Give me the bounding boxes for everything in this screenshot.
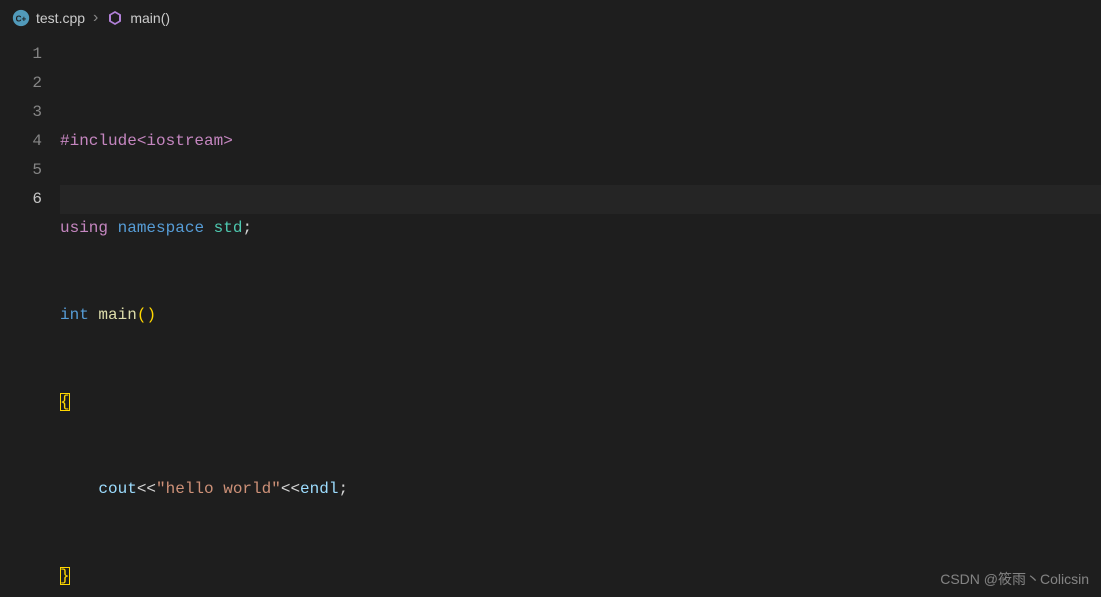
active-line-highlight	[60, 185, 1101, 214]
breadcrumb-symbol[interactable]: main()	[130, 10, 170, 26]
line-number: 6	[0, 185, 42, 214]
code-line[interactable]: using namespace std;	[60, 214, 1101, 243]
line-number: 1	[0, 40, 42, 69]
tok-semicolon: ;	[338, 480, 348, 498]
line-number: 2	[0, 69, 42, 98]
tok-namespace: std	[214, 219, 243, 237]
cpp-file-icon: C+	[12, 9, 30, 27]
code-line[interactable]: {	[60, 388, 1101, 417]
code-editor[interactable]: 1 2 3 4 5 6 #include<iostream> using nam…	[0, 36, 1101, 597]
code-area[interactable]: #include<iostream> using namespace std; …	[60, 36, 1101, 597]
tok-identifier: cout	[98, 480, 136, 498]
line-number: 5	[0, 156, 42, 185]
watermark-text: CSDN @筱雨丶Colicsin	[940, 569, 1089, 589]
breadcrumb-file[interactable]: test.cpp	[36, 10, 85, 26]
tok-keyword: using	[60, 219, 108, 237]
tok-brace: }	[60, 567, 70, 585]
tok-type: int	[60, 306, 89, 324]
tok-string: "hello world"	[156, 480, 281, 498]
tok-keyword: namespace	[118, 219, 204, 237]
tok-angle: >	[223, 132, 233, 150]
tok-semicolon: ;	[242, 219, 252, 237]
breadcrumb[interactable]: C+ test.cpp › main()	[0, 0, 1101, 36]
tok-paren: (	[137, 306, 147, 324]
tok-operator: <<	[281, 480, 300, 498]
code-line[interactable]: int main()	[60, 301, 1101, 330]
code-line[interactable]: cout<<"hello world"<<endl;	[60, 475, 1101, 504]
tok-paren: )	[146, 306, 156, 324]
line-number: 4	[0, 127, 42, 156]
chevron-right-icon: ›	[91, 9, 100, 27]
tok-indent	[60, 480, 98, 498]
tok-angle: <	[137, 132, 147, 150]
symbol-method-icon	[106, 9, 124, 27]
line-number-gutter: 1 2 3 4 5 6	[0, 36, 60, 597]
line-number: 3	[0, 98, 42, 127]
tok-header: iostream	[146, 132, 223, 150]
tok-function: main	[98, 306, 136, 324]
svg-text:C+: C+	[16, 14, 27, 23]
tok-brace: {	[60, 393, 70, 411]
tok-directive: #include	[60, 132, 137, 150]
tok-identifier: endl	[300, 480, 338, 498]
code-line[interactable]: #include<iostream>	[60, 127, 1101, 156]
tok-operator: <<	[137, 480, 156, 498]
